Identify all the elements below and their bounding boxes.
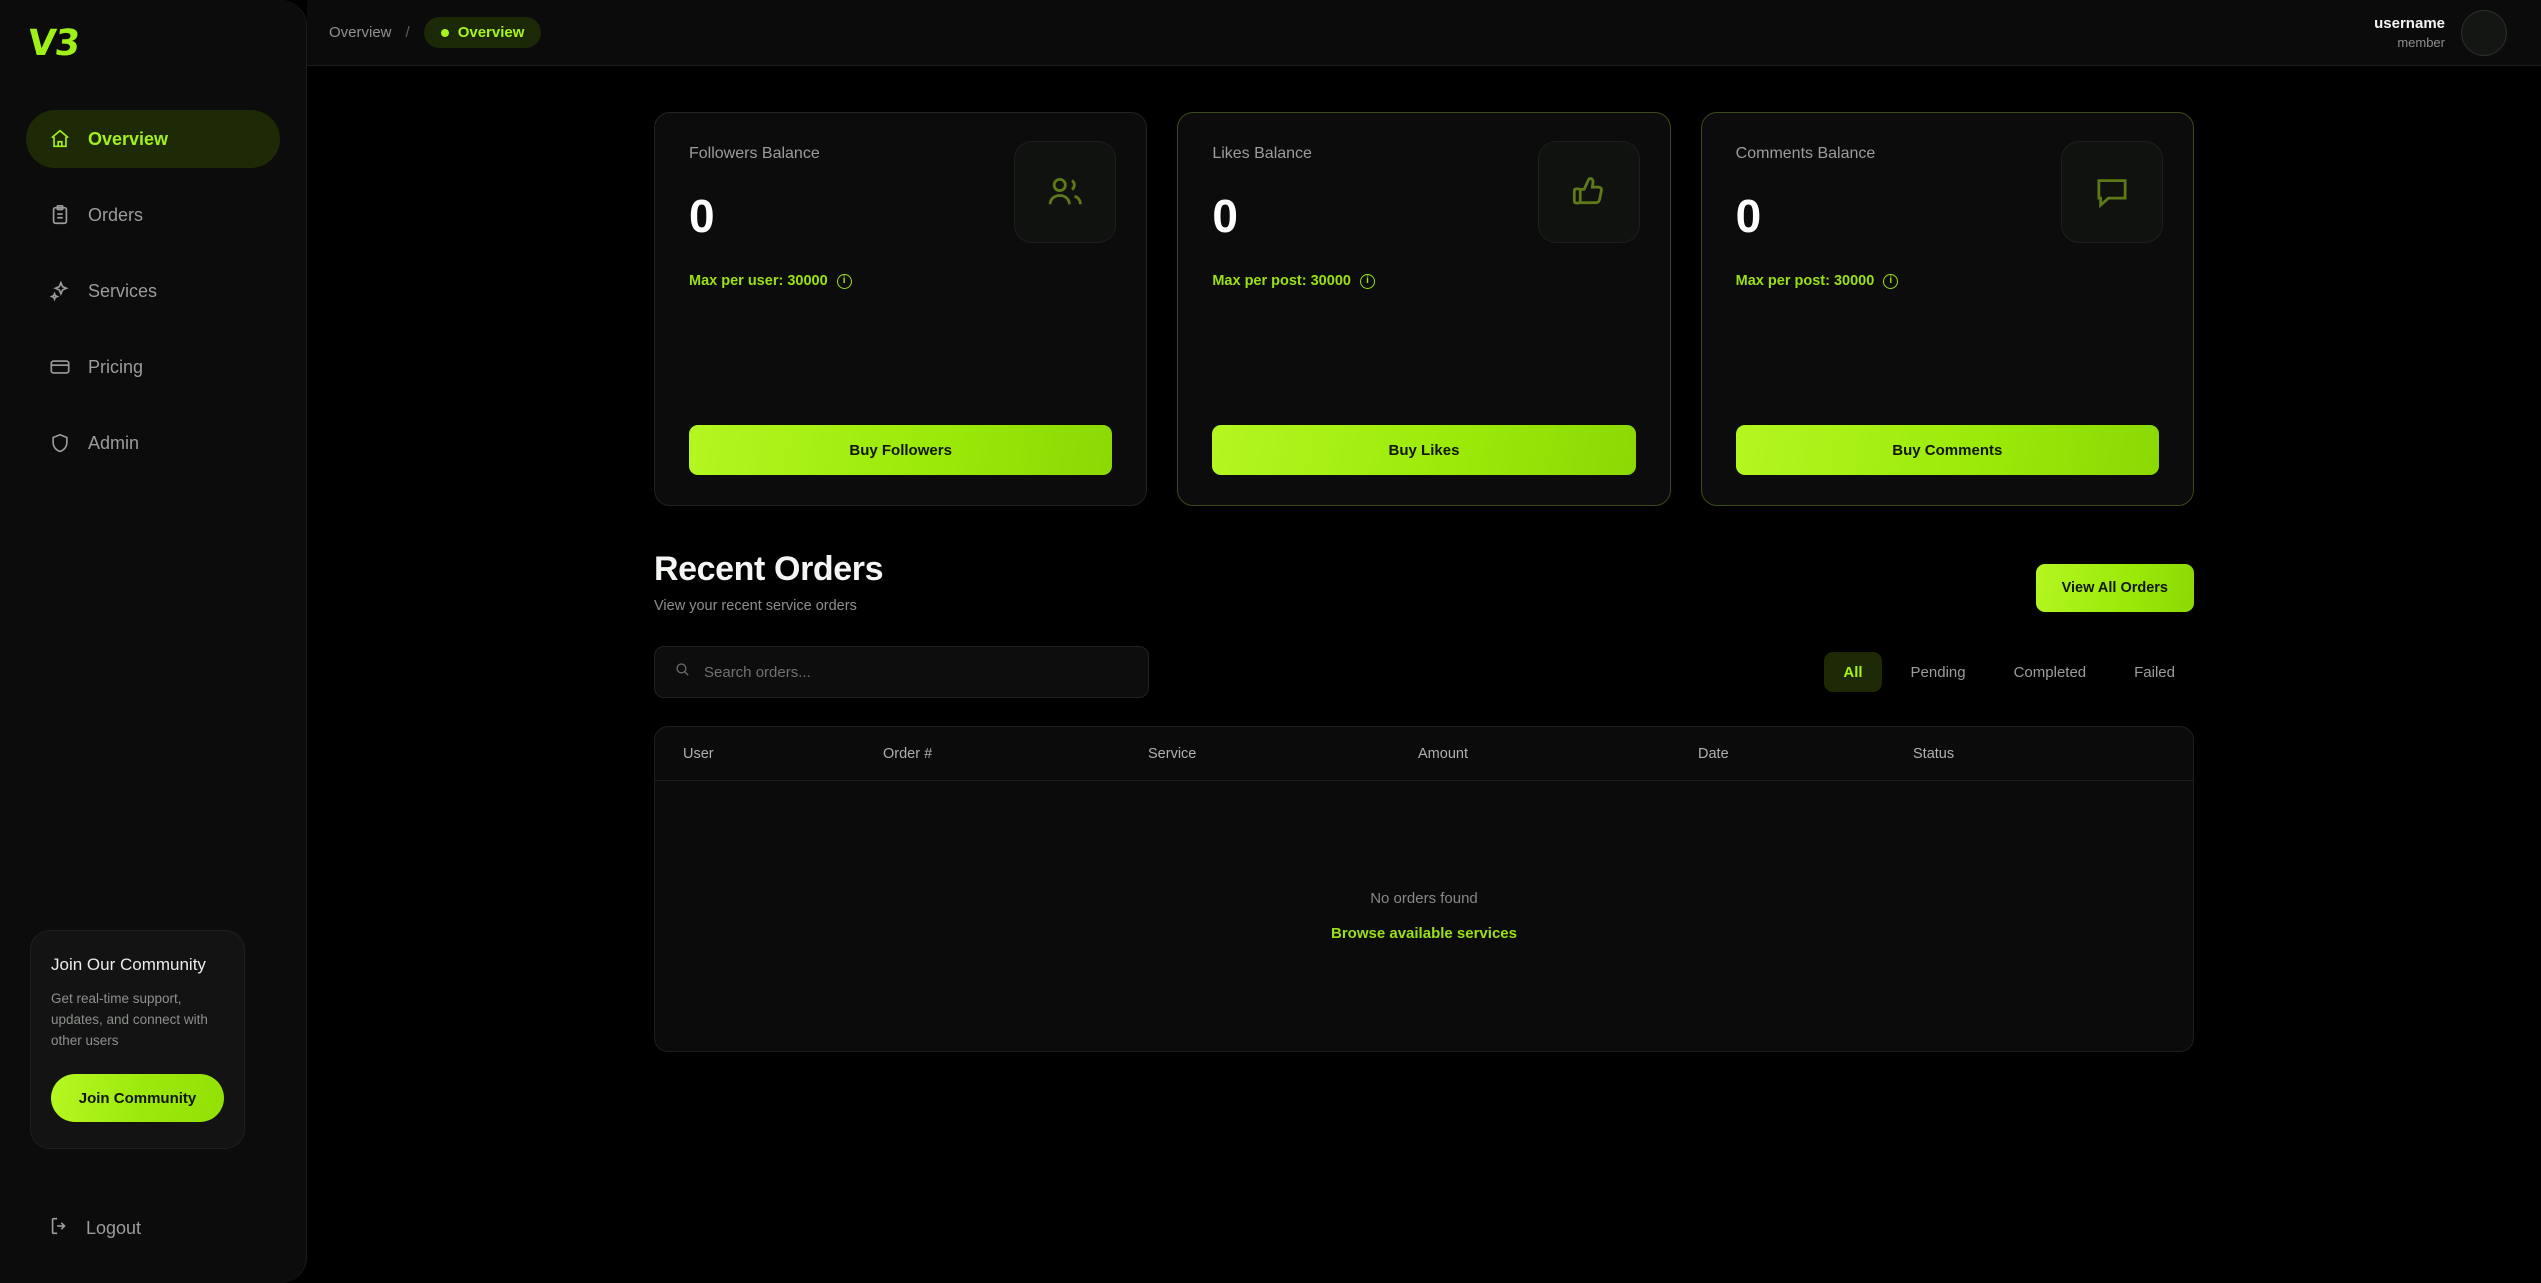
column-header-amount: Amount	[1418, 745, 1468, 762]
logout-icon	[48, 1215, 70, 1242]
sidebar-item-label: Services	[88, 280, 158, 301]
browse-services-link[interactable]: Browse available services	[1331, 925, 1517, 942]
comment-icon	[2060, 141, 2163, 243]
buy-likes-button[interactable]: Buy Likes	[1212, 425, 1636, 475]
breadcrumb-root[interactable]: Overview	[329, 24, 392, 41]
card-max-label: Max per user: 30000	[689, 273, 828, 289]
search-input[interactable]	[704, 663, 1129, 681]
column-header-date: Date	[1698, 745, 1729, 762]
order-filters: All Pending Completed Failed	[1824, 652, 2194, 692]
logout-label: Logout	[86, 1217, 142, 1238]
users-icon	[1014, 141, 1117, 243]
main-content: Overview / Overview username member Foll…	[307, 0, 2541, 1283]
sidebar-item-label: Admin	[88, 432, 140, 453]
empty-message: No orders found	[1370, 890, 1478, 907]
sidebar-item-orders[interactable]: Orders	[26, 186, 280, 244]
brand-logo[interactable]: V3	[0, 0, 306, 96]
thumbs-up-icon	[1537, 141, 1640, 243]
buy-followers-button[interactable]: Buy Followers	[689, 425, 1113, 475]
card-followers-balance: Followers Balance 0 Max per user: 30000 …	[654, 112, 1148, 506]
card-max-info: Max per post: 30000 i	[1212, 273, 1635, 289]
balance-cards: Followers Balance 0 Max per user: 30000 …	[654, 112, 2194, 506]
community-card: Join Our Community Get real-time support…	[30, 930, 245, 1149]
sidebar-item-admin[interactable]: Admin	[26, 414, 280, 472]
column-header-status: Status	[1913, 745, 1955, 762]
breadcrumb-current[interactable]: Overview	[423, 17, 542, 48]
column-header-service: Service	[1148, 745, 1197, 762]
user-menu[interactable]: username member	[2374, 9, 2507, 56]
column-header-user: User	[683, 745, 714, 762]
logout-button[interactable]: Logout	[26, 1173, 163, 1283]
brand-logo-text: V3	[25, 23, 82, 64]
orders-toolbar: All Pending Completed Failed	[654, 646, 2194, 698]
card-max-label: Max per post: 30000	[1212, 273, 1351, 289]
column-header-order-number: Order #	[883, 745, 933, 762]
card-max-info: Max per user: 30000 i	[689, 273, 1112, 289]
buy-comments-button[interactable]: Buy Comments	[1735, 425, 2159, 475]
search-box[interactable]	[654, 646, 1149, 698]
page-subtitle: View your recent service orders	[654, 598, 857, 614]
avatar[interactable]	[2461, 9, 2507, 56]
recent-orders-header: Recent Orders View your recent service o…	[654, 550, 2194, 614]
join-community-button[interactable]: Join Community	[51, 1074, 224, 1122]
community-title: Join Our Community	[51, 955, 206, 975]
sidebar: V3 Overview Orders Services Pricing Admi…	[0, 0, 307, 1283]
card-likes-balance: Likes Balance 0 Max per post: 30000 i Bu…	[1177, 112, 1671, 506]
orders-empty-state: No orders found Browse available service…	[655, 781, 2193, 1051]
orders-table: User Order # Service Amount Date Status …	[654, 726, 2194, 1052]
filter-pending[interactable]: Pending	[1892, 652, 1985, 692]
status-dot-icon	[440, 28, 449, 37]
sidebar-item-label: Orders	[88, 204, 144, 225]
card-max-info: Max per post: 30000 i	[1736, 273, 2159, 289]
recent-orders-section: Recent Orders View your recent service o…	[654, 550, 2194, 1052]
filter-completed[interactable]: Completed	[1995, 652, 2106, 692]
sparkles-icon	[48, 279, 72, 303]
community-description: Get real-time support, updates, and conn…	[51, 991, 208, 1049]
content-container: Followers Balance 0 Max per user: 30000 …	[654, 112, 2194, 1052]
info-icon[interactable]: i	[1883, 273, 1899, 289]
user-name: username	[2374, 14, 2445, 32]
user-info: username member	[2374, 14, 2445, 52]
filter-all[interactable]: All	[1824, 652, 1882, 692]
sidebar-item-pricing[interactable]: Pricing	[26, 338, 280, 396]
sidebar-item-services[interactable]: Services	[26, 262, 280, 320]
search-icon	[674, 661, 691, 683]
breadcrumb-current-label: Overview	[457, 24, 525, 41]
recent-orders-heading-group: Recent Orders View your recent service o…	[654, 550, 884, 614]
credit-card-icon	[48, 355, 72, 379]
shield-icon	[48, 431, 72, 455]
card-max-label: Max per post: 30000	[1735, 273, 1875, 289]
filter-failed[interactable]: Failed	[2115, 652, 2194, 692]
sidebar-item-overview[interactable]: Overview	[26, 110, 280, 168]
topbar: Overview / Overview username member	[307, 0, 2541, 66]
info-icon[interactable]: i	[1359, 273, 1375, 289]
card-comments-balance: Comments Balance 0 Max per post: 30000 i…	[1700, 112, 2194, 506]
clipboard-icon	[48, 203, 72, 227]
page-title: Recent Orders	[654, 550, 884, 588]
sidebar-item-label: Pricing	[88, 356, 144, 377]
orders-table-header: User Order # Service Amount Date Status	[655, 727, 2193, 781]
user-role: member	[2397, 34, 2445, 50]
breadcrumb-separator: /	[405, 24, 410, 41]
sidebar-item-label: Overview	[88, 128, 169, 149]
app-root: V3 Overview Orders Services Pricing Admi…	[0, 0, 2541, 1283]
sidebar-nav: Overview Orders Services Pricing Admin	[0, 110, 306, 472]
page-body: Followers Balance 0 Max per user: 30000 …	[307, 66, 2541, 1052]
view-all-orders-button[interactable]: View All Orders	[2035, 564, 2194, 612]
home-icon	[48, 127, 72, 151]
breadcrumb: Overview / Overview	[329, 17, 542, 48]
info-icon[interactable]: i	[836, 273, 852, 289]
